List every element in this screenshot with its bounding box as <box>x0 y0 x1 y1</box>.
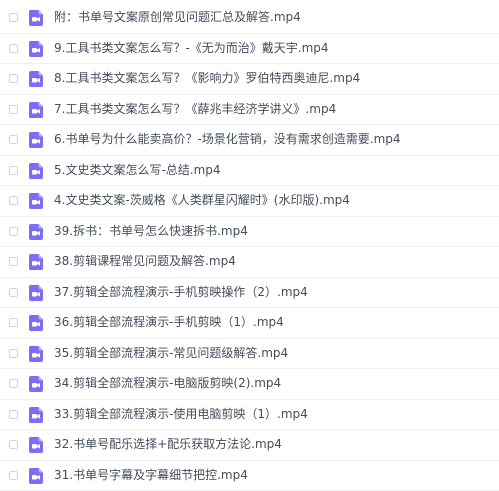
video-file-icon <box>29 376 43 392</box>
video-file-icon <box>29 41 43 57</box>
file-row[interactable]: 9.工具书类文案怎么写？-《无为而治》戴天宇.mp4 <box>0 34 499 65</box>
row-checkbox[interactable] <box>9 13 18 22</box>
row-checkbox[interactable] <box>9 135 18 144</box>
file-name[interactable]: 34.剪辑全部流程演示-电脑版剪映(2).mp4 <box>54 375 281 392</box>
video-file-icon <box>29 468 43 484</box>
file-name[interactable]: 32.书单号配乐选择+配乐获取方法论.mp4 <box>54 436 282 453</box>
file-row[interactable]: 35.剪辑全部流程演示-常见问题级解答.mp4 <box>0 339 499 370</box>
video-file-icon <box>29 132 43 148</box>
video-file-icon <box>29 285 43 301</box>
file-name[interactable]: 附：书单号文案原创常见问题汇总及解答.mp4 <box>54 9 301 26</box>
video-file-icon <box>29 102 43 118</box>
row-checkbox[interactable] <box>9 166 18 175</box>
file-name[interactable]: 35.剪辑全部流程演示-常见问题级解答.mp4 <box>54 345 288 362</box>
file-name[interactable]: 6.书单号为什么能卖高价？-场景化营销，没有需求创造需要.mp4 <box>54 131 401 148</box>
file-name[interactable]: 9.工具书类文案怎么写？-《无为而治》戴天宇.mp4 <box>54 40 329 57</box>
video-file-icon <box>29 10 43 26</box>
video-file-icon <box>29 437 43 453</box>
file-name[interactable]: 38.剪辑课程常见问题及解答.mp4 <box>54 253 236 270</box>
row-checkbox[interactable] <box>9 471 18 480</box>
file-list: 附：书单号文案原创常见问题汇总及解答.mp4 9.工具书类文案怎么写？-《无为而… <box>0 3 499 491</box>
video-file-icon <box>29 315 43 331</box>
video-file-icon <box>29 346 43 362</box>
video-file-icon <box>29 193 43 209</box>
file-row[interactable]: 39.拆书：书单号怎么快速拆书.mp4 <box>0 217 499 248</box>
file-row[interactable]: 4.文史类文案-茨威格《人类群星闪耀时》(水印版).mp4 <box>0 186 499 217</box>
video-file-icon <box>29 254 43 270</box>
row-checkbox[interactable] <box>9 410 18 419</box>
file-name[interactable]: 36.剪辑全部流程演示-手机剪映（1）.mp4 <box>54 314 284 331</box>
file-name[interactable]: 4.文史类文案-茨威格《人类群星闪耀时》(水印版).mp4 <box>54 192 350 209</box>
file-name[interactable]: 33.剪辑全部流程演示-使用电脑剪映（1）.mp4 <box>54 406 308 423</box>
file-row[interactable]: 8.工具书类文案怎么写？《影响力》罗伯特西奥迪尼.mp4 <box>0 64 499 95</box>
row-checkbox[interactable] <box>9 440 18 449</box>
file-row[interactable]: 31.书单号字幕及字幕细节把控.mp4 <box>0 461 499 491</box>
file-row[interactable]: 7.工具书类文案怎么写？《薛兆丰经济学讲义》.mp4 <box>0 95 499 126</box>
file-row[interactable]: 5.文史类文案怎么写-总结.mp4 <box>0 156 499 187</box>
row-checkbox[interactable] <box>9 74 18 83</box>
file-name[interactable]: 37.剪辑全部流程演示-手机剪映操作（2）.mp4 <box>54 284 308 301</box>
video-file-icon <box>29 71 43 87</box>
file-name[interactable]: 39.拆书：书单号怎么快速拆书.mp4 <box>54 223 248 240</box>
row-checkbox[interactable] <box>9 227 18 236</box>
file-name[interactable]: 31.书单号字幕及字幕细节把控.mp4 <box>54 467 248 484</box>
file-name[interactable]: 7.工具书类文案怎么写？《薛兆丰经济学讲义》.mp4 <box>54 101 336 118</box>
row-checkbox[interactable] <box>9 44 18 53</box>
file-row[interactable]: 33.剪辑全部流程演示-使用电脑剪映（1）.mp4 <box>0 400 499 431</box>
file-row[interactable]: 32.书单号配乐选择+配乐获取方法论.mp4 <box>0 430 499 461</box>
video-file-icon <box>29 163 43 179</box>
file-row[interactable]: 34.剪辑全部流程演示-电脑版剪映(2).mp4 <box>0 369 499 400</box>
row-checkbox[interactable] <box>9 288 18 297</box>
row-checkbox[interactable] <box>9 105 18 114</box>
row-checkbox[interactable] <box>9 318 18 327</box>
row-checkbox[interactable] <box>9 349 18 358</box>
row-checkbox[interactable] <box>9 379 18 388</box>
file-name[interactable]: 8.工具书类文案怎么写？《影响力》罗伯特西奥迪尼.mp4 <box>54 70 360 87</box>
file-row[interactable]: 6.书单号为什么能卖高价？-场景化营销，没有需求创造需要.mp4 <box>0 125 499 156</box>
video-file-icon <box>29 224 43 240</box>
video-file-icon <box>29 407 43 423</box>
file-name[interactable]: 5.文史类文案怎么写-总结.mp4 <box>54 162 221 179</box>
file-row[interactable]: 38.剪辑课程常见问题及解答.mp4 <box>0 247 499 278</box>
row-checkbox[interactable] <box>9 196 18 205</box>
file-row[interactable]: 37.剪辑全部流程演示-手机剪映操作（2）.mp4 <box>0 278 499 309</box>
row-checkbox[interactable] <box>9 257 18 266</box>
file-row[interactable]: 附：书单号文案原创常见问题汇总及解答.mp4 <box>0 3 499 34</box>
file-row[interactable]: 36.剪辑全部流程演示-手机剪映（1）.mp4 <box>0 308 499 339</box>
